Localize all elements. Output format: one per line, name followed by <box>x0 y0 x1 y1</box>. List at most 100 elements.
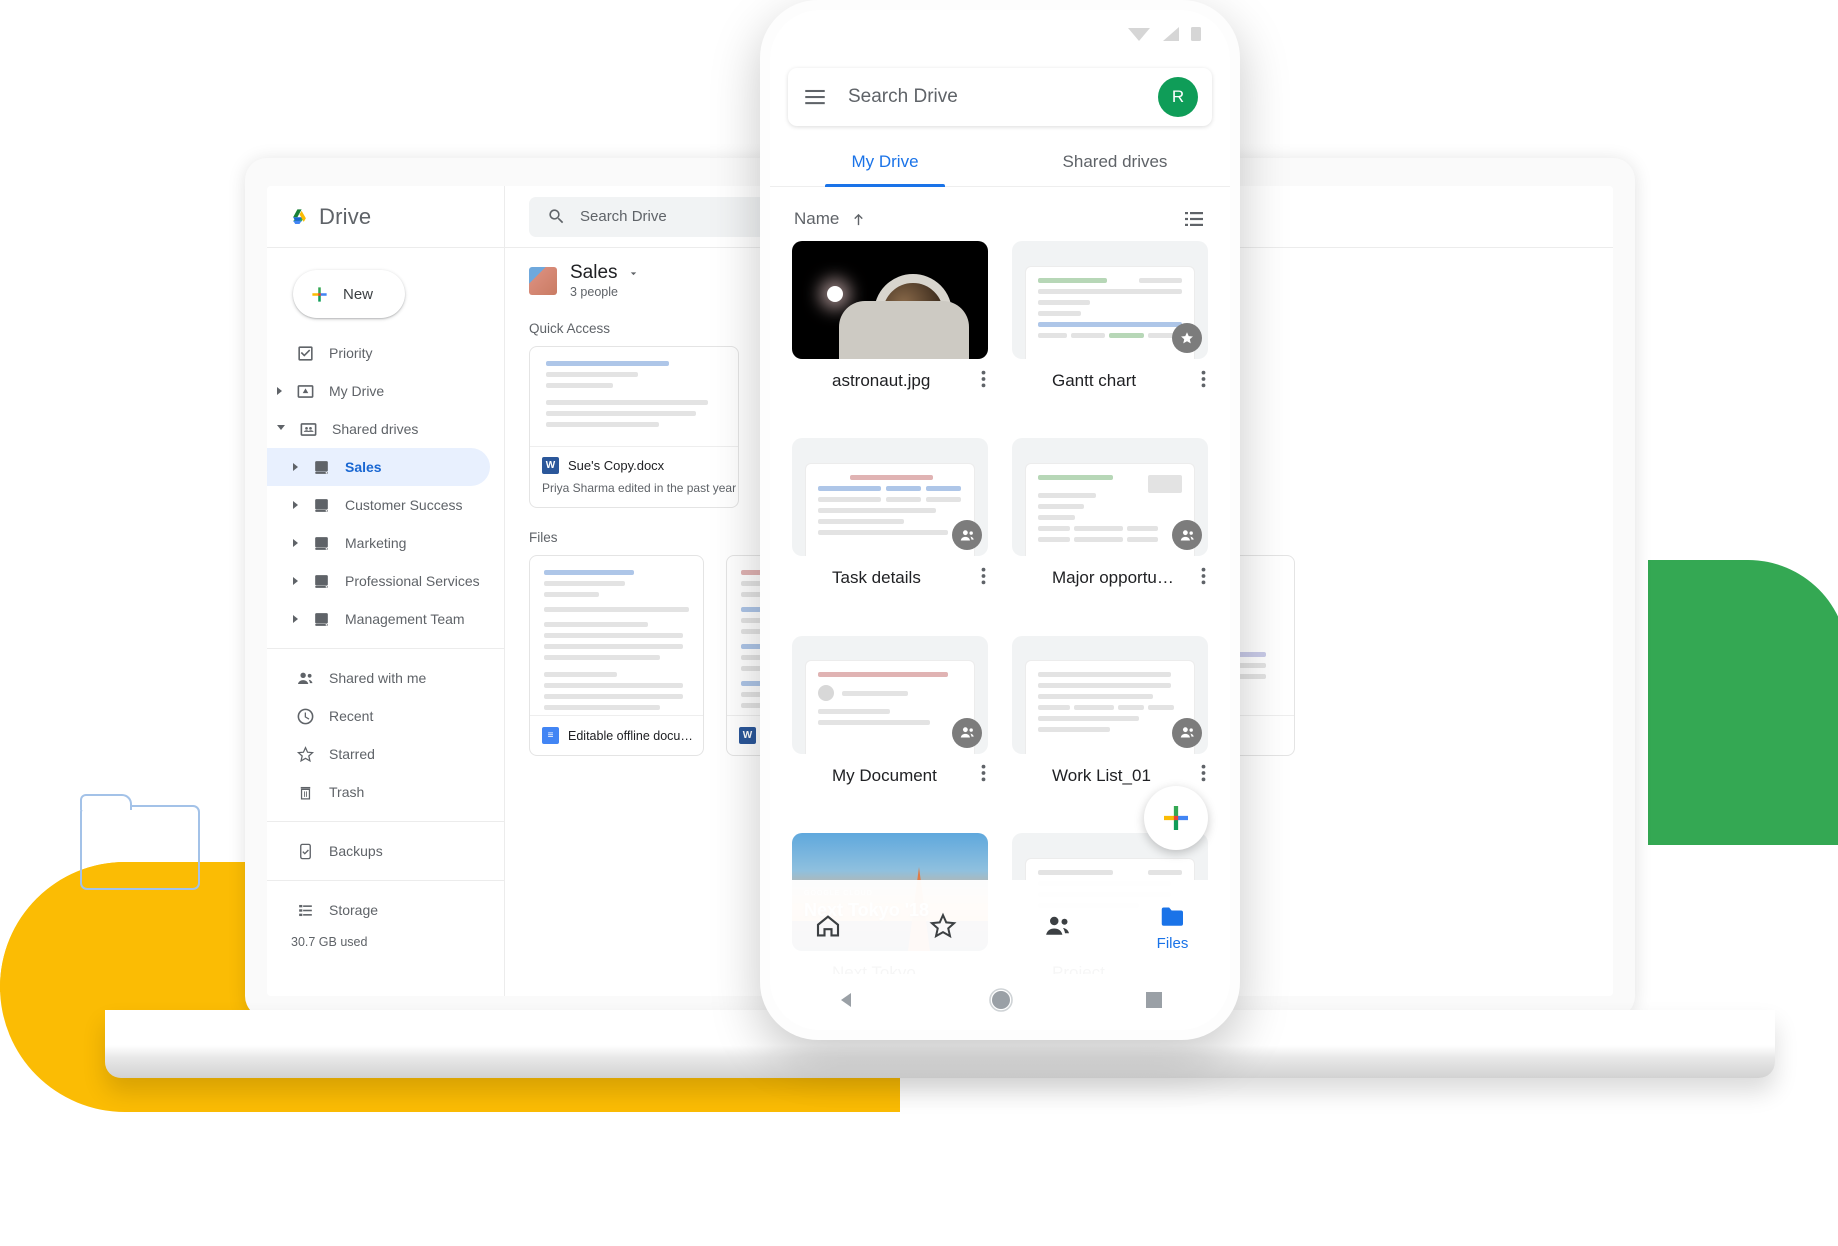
new-file-fab[interactable] <box>1144 786 1208 850</box>
file-card[interactable]: ≡ Editable offline docu… <box>529 555 704 756</box>
grid-item[interactable]: ▲ astronaut.jpg <box>792 241 988 432</box>
sidebar-item-trash[interactable]: Trash <box>267 773 504 811</box>
avatar[interactable]: R <box>1158 77 1198 117</box>
file-thumbnail <box>792 635 988 754</box>
bottom-navigation: Files <box>770 880 1230 974</box>
plus-icon <box>1160 802 1192 834</box>
sidebar-item-my-drive[interactable]: My Drive <box>267 372 504 410</box>
shared-badge <box>952 520 982 551</box>
chevron-right-icon[interactable] <box>293 539 298 547</box>
docs-file-icon: ≡ <box>542 727 559 744</box>
drive-folder-icon <box>312 534 331 553</box>
file-preview <box>530 556 703 716</box>
bottom-nav-shared[interactable] <box>1000 911 1115 944</box>
sidebar-item-starred[interactable]: Starred <box>267 735 504 773</box>
plus-icon <box>310 285 329 304</box>
grid-item[interactable]: W Task details <box>792 438 988 629</box>
thumbnail-preview <box>1025 464 1195 557</box>
clock-icon <box>296 707 315 726</box>
file-row: ▲ astronaut.jpg <box>792 359 988 393</box>
sidebar-item-shared-with-me[interactable]: Shared with me <box>267 659 504 697</box>
sidebar-item-sales[interactable]: Sales <box>267 448 490 486</box>
mobile-tabs: My Drive Shared drives <box>770 140 1230 187</box>
bottom-nav-starred[interactable] <box>885 911 1000 944</box>
hamburger-menu-icon[interactable] <box>802 84 828 110</box>
drive-brand[interactable]: Drive <box>267 186 504 248</box>
grid-item[interactable]: P My Document <box>792 635 988 827</box>
sidebar-item-label: Trash <box>329 784 365 800</box>
file-thumbnail <box>792 241 988 359</box>
file-name: Editable offline docu… <box>568 728 693 743</box>
more-options-icon[interactable] <box>981 567 986 590</box>
sidebar-item-shared-drives[interactable]: Shared drives <box>267 410 504 448</box>
more-options-icon[interactable] <box>1201 764 1206 787</box>
chevron-right-icon[interactable] <box>293 577 298 585</box>
chevron-right-icon[interactable] <box>293 501 298 509</box>
sidebar-divider <box>267 880 504 881</box>
sidebar-item-professional-services[interactable]: Professional Services <box>267 562 504 600</box>
sidebar-item-label: Starred <box>329 746 375 762</box>
sidebar-item-recent[interactable]: Recent <box>267 697 504 735</box>
thumbnail-preview <box>805 464 975 557</box>
word-file-icon: W <box>542 457 559 474</box>
list-view-icon[interactable] <box>1182 207 1206 231</box>
back-triangle-icon[interactable] <box>835 988 859 1017</box>
green-shape-decoration <box>1648 560 1838 845</box>
trash-icon <box>296 783 315 802</box>
sort-control[interactable]: Name <box>794 209 867 229</box>
drive-sidebar: Drive New Priority My Drive Shared drive… <box>267 186 505 996</box>
file-preview <box>530 347 738 447</box>
battery-icon <box>1190 25 1202 48</box>
thumbnail-preview <box>1025 661 1195 754</box>
sort-bar: Name <box>770 187 1230 241</box>
sidebar-item-marketing[interactable]: Marketing <box>267 524 504 562</box>
search-input[interactable]: Search Drive <box>848 86 1138 108</box>
sidebar-item-backups[interactable]: Backups <box>267 832 504 870</box>
sidebar-item-storage[interactable]: Storage <box>267 891 504 929</box>
more-options-icon[interactable] <box>1201 567 1206 590</box>
file-meta: Priya Sharma edited in the past year <box>542 481 737 495</box>
tab-my-drive[interactable]: My Drive <box>770 140 1000 187</box>
grid-item[interactable]: + Gantt chart <box>1012 241 1208 432</box>
file-name: Task details <box>832 568 921 588</box>
home-circle-icon[interactable] <box>988 987 1014 1018</box>
chevron-right-icon[interactable] <box>293 615 298 623</box>
system-navigation-bar <box>770 974 1230 1030</box>
new-button[interactable]: New <box>293 270 405 318</box>
sidebar-item-label: Priority <box>329 345 373 361</box>
bottom-nav-home[interactable] <box>770 911 885 944</box>
bottom-nav-files[interactable]: Files <box>1115 902 1230 952</box>
file-name: Work List_01 <box>1052 765 1151 785</box>
folder-thumbnail <box>529 266 557 295</box>
file-row: X Work List_01 <box>1012 754 1208 788</box>
chevron-down-icon[interactable] <box>627 267 640 280</box>
tab-shared-drives[interactable]: Shared drives <box>1000 140 1230 186</box>
file-name: Gantt chart <box>1052 371 1137 390</box>
chevron-right-icon[interactable] <box>277 387 282 395</box>
sidebar-item-customer-success[interactable]: Customer Success <box>267 486 504 524</box>
people-icon <box>296 669 315 688</box>
sidebar-item-label: Professional Services <box>345 573 480 589</box>
file-thumbnail <box>1012 241 1208 359</box>
powerpoint-file-icon: P <box>803 768 813 783</box>
drive-nav-secondary: Shared with me Recent Starred Trash <box>267 659 504 811</box>
grid-item[interactable]: PDF Major opportu… <box>1012 438 1208 629</box>
sidebar-item-label: Backups <box>329 843 383 859</box>
status-bar <box>770 10 1230 62</box>
chevron-down-icon[interactable] <box>277 424 285 434</box>
more-options-icon[interactable] <box>1201 370 1206 393</box>
file-name-row: W Sue's Copy.docx <box>542 457 726 474</box>
page-title: Sales <box>570 262 640 284</box>
chevron-right-icon[interactable] <box>293 463 298 471</box>
sidebar-item-management-team[interactable]: Management Team <box>267 600 504 638</box>
sidebar-item-priority[interactable]: Priority <box>267 334 504 372</box>
quick-access-card[interactable]: W Sue's Copy.docx Priya Sharma edited in… <box>529 346 739 508</box>
more-options-icon[interactable] <box>981 764 986 787</box>
priority-check-icon <box>296 344 315 363</box>
shared-drives-icon <box>299 420 318 439</box>
more-options-icon[interactable] <box>981 370 986 393</box>
sidebar-item-label: Recent <box>329 708 374 724</box>
sidebar-item-label: Storage <box>329 902 379 918</box>
mobile-search-bar[interactable]: Search Drive R <box>788 68 1212 126</box>
recents-square-icon[interactable] <box>1143 989 1165 1016</box>
